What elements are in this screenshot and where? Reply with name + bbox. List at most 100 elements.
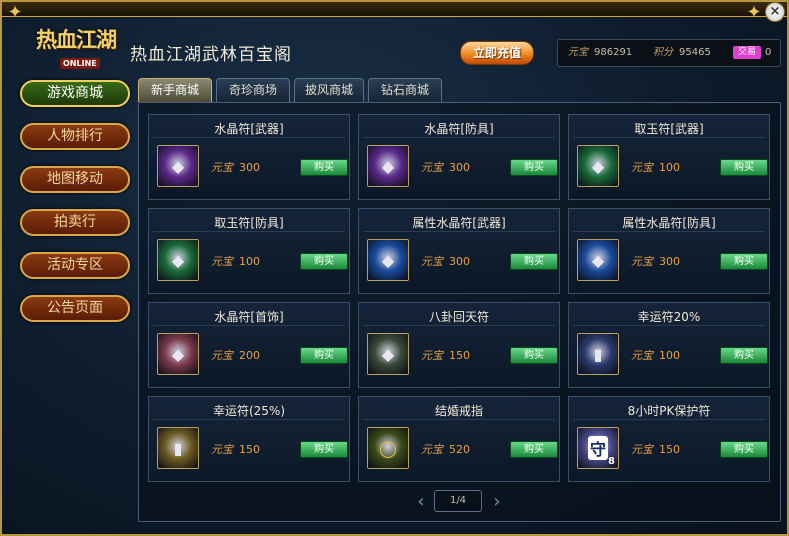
product-name: 结婚戒指 bbox=[434, 404, 483, 418]
yuanbao-value: 986291 bbox=[594, 47, 633, 58]
price-value: 300 bbox=[449, 255, 470, 268]
crystal-talisman-pink-icon[interactable]: ◆ bbox=[157, 333, 199, 375]
product-card: 取玉符[防具] ◆ 元宝 100 购买 bbox=[148, 208, 350, 294]
product-card: 取玉符[武器] ◆ 元宝 100 购买 bbox=[568, 114, 770, 200]
logo-text: 热血江湖 bbox=[36, 27, 117, 52]
price-currency: 元宝 bbox=[631, 161, 653, 174]
divider bbox=[153, 419, 345, 420]
price-value: 100 bbox=[659, 161, 680, 174]
product-card: 水晶符[武器] ◆ 元宝 300 购买 bbox=[148, 114, 350, 200]
yuanbao-label: 元宝 bbox=[568, 47, 588, 58]
product-name: 取玉符[武器] bbox=[634, 122, 704, 136]
buy-button[interactable]: 购买 bbox=[300, 159, 348, 176]
product-name: 属性水晶符[武器] bbox=[412, 216, 506, 230]
price-value: 520 bbox=[449, 443, 470, 456]
product-name: 水晶符[首饰] bbox=[214, 310, 284, 324]
pk-badge-glyph: 守 bbox=[587, 436, 608, 460]
jade-talisman-green-icon[interactable]: ◆ bbox=[577, 145, 619, 187]
pk-count-glyph: 8 bbox=[608, 456, 615, 467]
product-name: 属性水晶符[防具] bbox=[622, 216, 716, 230]
product-card: 幸运符20% ▮ 元宝 100 购买 bbox=[568, 302, 770, 388]
buy-button[interactable]: 购买 bbox=[300, 253, 348, 270]
recharge-button[interactable]: 立即充值 bbox=[460, 41, 534, 65]
product-price: 元宝 300 bbox=[631, 253, 680, 269]
price-value: 300 bbox=[659, 255, 680, 268]
price-currency: 元宝 bbox=[211, 161, 233, 174]
buy-button[interactable]: 购买 bbox=[300, 441, 348, 458]
price-currency: 元宝 bbox=[211, 443, 233, 456]
sidebar-item-auction[interactable]: 拍卖行 bbox=[20, 209, 130, 236]
buy-button[interactable]: 购买 bbox=[510, 347, 558, 364]
product-card: 幸运符(25%) ▮ 元宝 150 购买 bbox=[148, 396, 350, 482]
ornament-left-icon: ✦ bbox=[7, 2, 23, 23]
product-card: 8小时PK保护符守 8 元宝 150 购买 bbox=[568, 396, 770, 482]
prev-page-button[interactable]: ‹ bbox=[412, 492, 430, 512]
price-value: 300 bbox=[449, 161, 470, 174]
buy-button[interactable]: 购买 bbox=[720, 347, 768, 364]
pagination: ‹ 1/4 › bbox=[412, 490, 512, 514]
buy-button[interactable]: 购买 bbox=[720, 159, 768, 176]
next-page-button[interactable]: › bbox=[488, 492, 506, 512]
buy-button[interactable]: 购买 bbox=[300, 347, 348, 364]
crystal-talisman-purple-icon[interactable]: ◆ bbox=[367, 145, 409, 187]
sidebar-item-map-travel[interactable]: 地图移动 bbox=[20, 166, 130, 193]
currency-display: 元宝 986291 积分 95465 交易 0 bbox=[557, 39, 781, 67]
product-price: 元宝 200 bbox=[211, 347, 260, 363]
title-bar bbox=[2, 2, 787, 17]
sidebar-item-announcements[interactable]: 公告页面 bbox=[20, 295, 130, 322]
divider bbox=[153, 137, 345, 138]
product-price: 元宝 100 bbox=[631, 159, 680, 175]
bagua-talisman-icon[interactable]: ◆ bbox=[367, 333, 409, 375]
price-value: 150 bbox=[659, 443, 680, 456]
points-balance: 积分 95465 bbox=[653, 40, 711, 66]
lucky-charm-scroll-icon[interactable]: ▮ bbox=[577, 333, 619, 375]
pk-protection-shield-icon[interactable]: 守8 bbox=[577, 427, 619, 469]
price-currency: 元宝 bbox=[421, 443, 443, 456]
product-price: 元宝 520 bbox=[421, 441, 470, 457]
product-price: 元宝 300 bbox=[211, 159, 260, 175]
logo-subtext: ONLINE bbox=[60, 58, 100, 69]
trade-value: 0 bbox=[765, 47, 772, 58]
close-button[interactable]: × bbox=[765, 2, 785, 22]
product-card: 水晶符[防具] ◆ 元宝 300 购买 bbox=[358, 114, 560, 200]
attribute-talisman-blue-icon[interactable]: ◆ bbox=[577, 239, 619, 281]
buy-button[interactable]: 购买 bbox=[510, 253, 558, 270]
tab-treasure-shop[interactable]: 奇珍商场 bbox=[216, 78, 290, 102]
product-name: 八卦回天符 bbox=[428, 310, 489, 324]
price-currency: 元宝 bbox=[631, 349, 653, 362]
trade-button[interactable]: 交易 bbox=[733, 46, 761, 59]
jade-talisman-green-icon[interactable]: ◆ bbox=[157, 239, 199, 281]
buy-button[interactable]: 购买 bbox=[720, 253, 768, 270]
shop-window: ✦ ✦ × 热血江湖 ONLINE 热血江湖武林百宝阁 立即充值 元宝 98629… bbox=[0, 0, 789, 536]
sidebar-item-rankings[interactable]: 人物排行 bbox=[20, 123, 130, 150]
tab-newbie-shop[interactable]: 新手商城 bbox=[138, 78, 212, 102]
sidebar-item-game-shop[interactable]: 游戏商城 bbox=[20, 80, 130, 107]
points-label: 积分 bbox=[653, 47, 673, 58]
divider bbox=[153, 325, 345, 326]
tab-diamond-shop[interactable]: 钻石商城 bbox=[368, 78, 442, 102]
crystal-talisman-purple-icon[interactable]: ◆ bbox=[157, 145, 199, 187]
attribute-talisman-blue-icon[interactable]: ◆ bbox=[367, 239, 409, 281]
buy-button[interactable]: 购买 bbox=[720, 441, 768, 458]
game-logo: 热血江湖 ONLINE bbox=[30, 24, 122, 76]
product-card: 属性水晶符[防具] ◆ 元宝 300 购买 bbox=[568, 208, 770, 294]
product-price: 元宝 300 bbox=[421, 159, 470, 175]
divider bbox=[573, 137, 765, 138]
lucky-charm-scroll-icon[interactable]: ▮ bbox=[157, 427, 199, 469]
buy-button[interactable]: 购买 bbox=[510, 441, 558, 458]
wedding-ring-icon[interactable]: ◯ bbox=[367, 427, 409, 469]
product-price: 元宝 150 bbox=[211, 441, 260, 457]
buy-button[interactable]: 购买 bbox=[510, 159, 558, 176]
price-currency: 元宝 bbox=[631, 443, 653, 456]
tab-cape-shop[interactable]: 披风商城 bbox=[294, 78, 364, 102]
divider bbox=[363, 419, 555, 420]
product-card: 属性水晶符[武器] ◆ 元宝 300 购买 bbox=[358, 208, 560, 294]
points-value: 95465 bbox=[679, 47, 711, 58]
page-indicator: 1/4 bbox=[434, 490, 482, 512]
price-value: 300 bbox=[239, 161, 260, 174]
product-name: 水晶符[防具] bbox=[424, 122, 494, 136]
price-currency: 元宝 bbox=[211, 255, 233, 268]
divider bbox=[573, 419, 765, 420]
price-currency: 元宝 bbox=[211, 349, 233, 362]
sidebar-item-events[interactable]: 活动专区 bbox=[20, 252, 130, 279]
